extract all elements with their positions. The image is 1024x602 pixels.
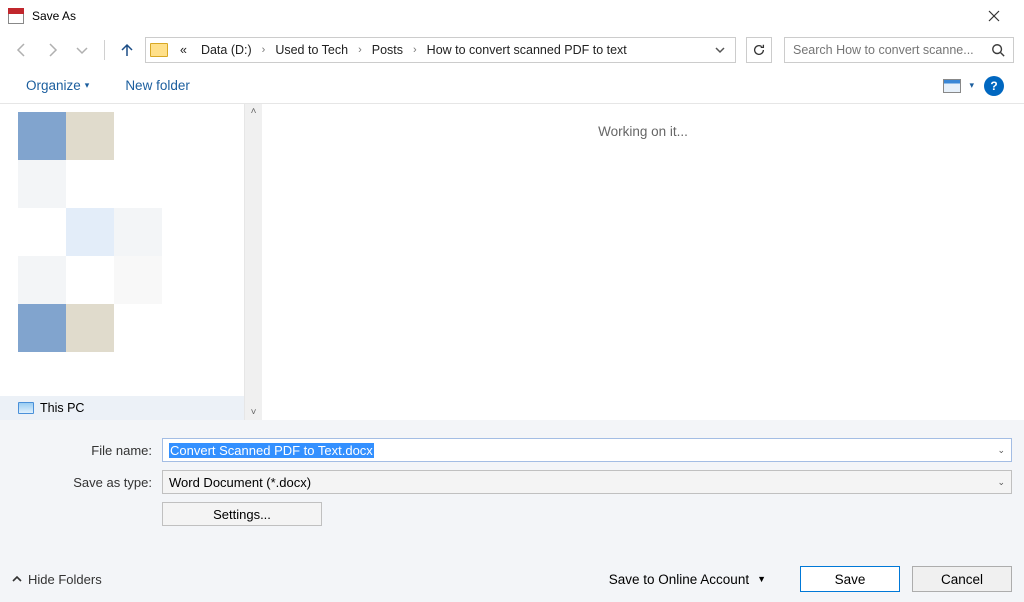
sidebar-item-label: This PC [40, 401, 84, 415]
chevron-down-icon[interactable]: ⌄ [997, 445, 1005, 456]
settings-label: Settings... [213, 507, 271, 522]
search-input[interactable] [793, 43, 991, 57]
hide-folders-label: Hide Folders [28, 572, 102, 587]
forward-button[interactable] [40, 38, 64, 62]
chevron-down-icon [715, 45, 725, 55]
view-dropdown[interactable]: ▾ [965, 80, 984, 91]
scroll-down-icon: ˅ [251, 407, 257, 418]
search-icon [991, 43, 1005, 57]
organize-menu[interactable]: Organize ▾ [20, 74, 95, 97]
sidebar-item-this-pc[interactable]: This PC [0, 396, 244, 420]
arrow-up-icon [119, 42, 135, 58]
breadcrumb-item[interactable]: Used to Tech [269, 43, 354, 57]
caret-down-icon: ▾ [85, 80, 90, 91]
main-area: This PC ˄ ˅ Working on it... [0, 104, 1024, 420]
toolbar: Organize ▾ New folder ▾ ? [0, 68, 1024, 104]
sidebar: This PC [0, 104, 245, 420]
refresh-icon [752, 43, 766, 57]
breadcrumb-item[interactable]: Posts [366, 43, 409, 57]
app-icon [8, 8, 24, 24]
nav-bar: « Data (D:) › Used to Tech › Posts › How… [0, 32, 1024, 68]
footer: Hide Folders Save to Online Account ▼ Sa… [12, 566, 1012, 592]
file-name-label: File name: [12, 443, 162, 458]
cancel-label: Cancel [941, 572, 983, 587]
new-folder-label: New folder [125, 78, 190, 93]
save-online-label: Save to Online Account [609, 572, 749, 587]
help-button[interactable]: ? [984, 76, 1004, 96]
change-view-button[interactable] [941, 75, 963, 97]
sidebar-thumbnails [0, 104, 244, 396]
caret-down-icon: ▼ [757, 574, 766, 584]
arrow-right-icon [44, 42, 60, 58]
new-folder-button[interactable]: New folder [119, 74, 196, 97]
chevron-up-icon [12, 574, 22, 584]
save-type-select[interactable]: Word Document (*.docx) ⌄ [162, 470, 1012, 494]
file-name-input[interactable]: Convert Scanned PDF to Text.docx ⌄ [162, 438, 1012, 462]
arrow-left-icon [14, 42, 30, 58]
sidebar-scrollbar[interactable]: ˄ ˅ [245, 104, 262, 420]
title-bar: Save As [0, 0, 1024, 32]
breadcrumb-item[interactable]: Data (D:) [195, 43, 258, 57]
cancel-button[interactable]: Cancel [912, 566, 1012, 592]
window-title: Save As [32, 9, 971, 23]
breadcrumb-item[interactable]: How to convert scanned PDF to text [421, 43, 633, 57]
scroll-up-icon: ˄ [251, 106, 257, 117]
file-name-value: Convert Scanned PDF to Text.docx [169, 443, 374, 458]
save-type-value: Word Document (*.docx) [169, 475, 311, 490]
status-text: Working on it... [598, 124, 688, 139]
settings-button[interactable]: Settings... [162, 502, 322, 526]
search-box[interactable] [784, 37, 1014, 63]
help-icon: ? [990, 79, 997, 93]
back-button[interactable] [10, 38, 34, 62]
breadcrumb-overflow[interactable]: « [174, 43, 193, 57]
address-dropdown[interactable] [709, 43, 731, 58]
nav-separator [104, 40, 105, 60]
save-label: Save [835, 572, 866, 587]
hide-folders-button[interactable]: Hide Folders [12, 572, 102, 587]
save-button[interactable]: Save [800, 566, 900, 592]
recent-dropdown[interactable] [70, 38, 94, 62]
close-icon [988, 10, 1000, 22]
chevron-down-icon [74, 42, 90, 58]
save-type-label: Save as type: [12, 475, 162, 490]
chevron-right-icon[interactable]: › [356, 44, 364, 56]
save-form: File name: Convert Scanned PDF to Text.d… [0, 420, 1024, 602]
chevron-right-icon[interactable]: › [260, 44, 268, 56]
folder-icon [150, 43, 168, 57]
computer-icon [18, 402, 34, 414]
save-online-account-menu[interactable]: Save to Online Account ▼ [609, 572, 766, 587]
chevron-down-icon[interactable]: ⌄ [997, 477, 1005, 488]
refresh-button[interactable] [746, 37, 772, 63]
file-list-area: Working on it... [262, 104, 1024, 420]
close-button[interactable] [971, 0, 1016, 32]
address-bar[interactable]: « Data (D:) › Used to Tech › Posts › How… [145, 37, 736, 63]
up-button[interactable] [115, 38, 139, 62]
chevron-right-icon[interactable]: › [411, 44, 419, 56]
organize-label: Organize [26, 78, 81, 93]
